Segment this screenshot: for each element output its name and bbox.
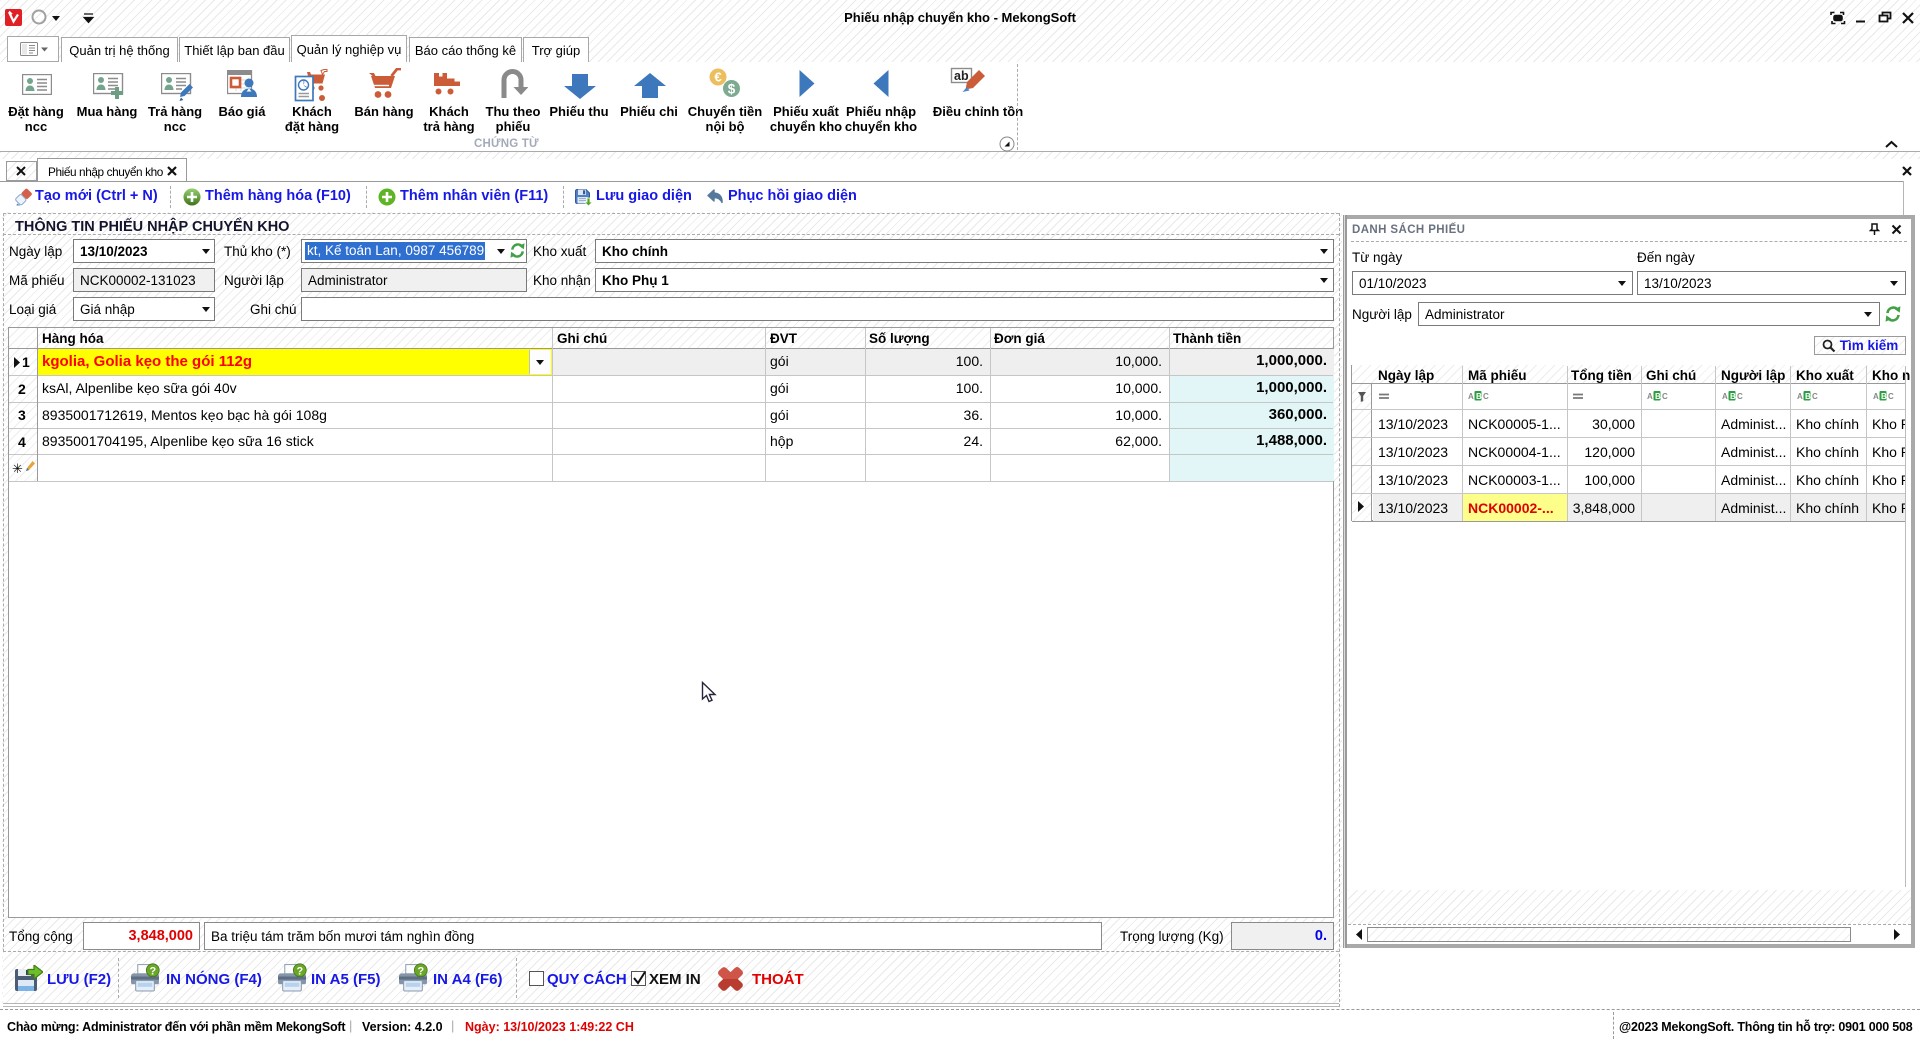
svg-text:ab: ab	[954, 69, 969, 83]
svg-text:€: €	[714, 70, 721, 85]
svg-text:$: $	[728, 82, 736, 97]
